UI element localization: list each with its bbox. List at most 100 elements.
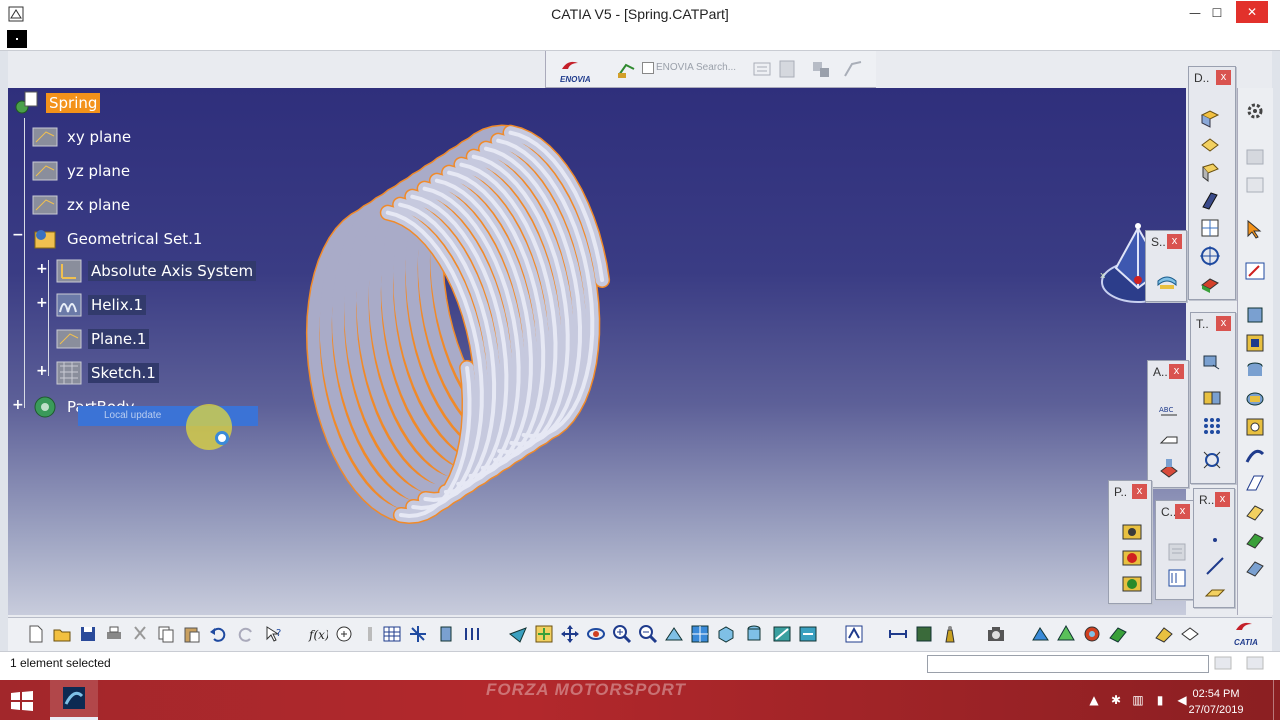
line-icon[interactable] (1204, 555, 1226, 577)
multi-section-solid-icon[interactable] (1244, 528, 1266, 550)
close-button[interactable]: ✕ (1236, 1, 1268, 23)
tree-item-xy-plane[interactable]: xy plane (32, 124, 134, 150)
panel-close-button[interactable]: x (1175, 504, 1190, 519)
pan-icon[interactable] (560, 624, 580, 644)
rib-icon[interactable] (1244, 444, 1266, 466)
gear-icon[interactable] (1244, 100, 1266, 122)
tree-item-label[interactable]: Sketch.1 (88, 363, 159, 383)
enovia-link-icon[interactable] (810, 58, 832, 80)
catalog-icon[interactable] (1166, 541, 1188, 563)
tree-item-geometrical-set[interactable]: Geometrical Set.1 (32, 226, 205, 252)
swap-space-icon[interactable] (798, 624, 818, 644)
stop-command-icon[interactable] (1246, 656, 1264, 670)
constraint-icon[interactable] (462, 624, 482, 644)
fit-all-icon[interactable] (534, 624, 554, 644)
cut-icon[interactable] (130, 624, 150, 644)
hide-show-icon[interactable] (772, 624, 792, 644)
zoom-in-icon[interactable] (612, 624, 632, 644)
flag-note-icon[interactable] (1158, 429, 1180, 451)
clock-time[interactable]: 02:54 PM (1181, 688, 1251, 700)
tree-root-node[interactable]: Spring (14, 90, 101, 116)
command-input[interactable] (927, 655, 1209, 673)
show-desktop-button[interactable] (1273, 680, 1280, 720)
tree-item-label[interactable]: Absolute Axis System (88, 261, 257, 281)
enovia-document-icon[interactable] (776, 58, 798, 80)
assembly-icon[interactable] (1244, 174, 1266, 196)
weight-icon[interactable] (940, 624, 960, 644)
copy-icon[interactable] (156, 624, 176, 644)
pad-icon[interactable] (1244, 304, 1266, 326)
measure-icon[interactable] (1121, 521, 1143, 543)
panel-close-button[interactable]: x (1216, 316, 1231, 331)
light-icon[interactable] (360, 624, 380, 644)
slot-icon[interactable] (1244, 472, 1266, 494)
panel-close-button[interactable]: x (1132, 484, 1147, 499)
zoom-out-icon[interactable] (638, 624, 658, 644)
fill-icon[interactable] (1199, 217, 1221, 239)
sphere-icon[interactable] (1199, 161, 1221, 183)
inertia-icon[interactable] (1121, 573, 1143, 595)
expand-icon[interactable]: + (12, 397, 24, 413)
open-icon[interactable] (52, 624, 72, 644)
tree-item-plane[interactable]: Plane.1 (56, 326, 150, 352)
clash-icon[interactable] (1082, 624, 1102, 644)
new-icon[interactable] (26, 624, 46, 644)
scale-icon[interactable] (1201, 449, 1223, 471)
undo-icon[interactable] (208, 624, 228, 644)
plane-tool-icon[interactable] (1204, 581, 1226, 603)
enovia-filter-icon[interactable] (751, 58, 773, 80)
tree-root-label[interactable]: Spring (46, 93, 101, 113)
sketcher-icon[interactable] (1244, 260, 1266, 282)
expand-icon[interactable]: + (36, 363, 48, 379)
catalog-tool-icon[interactable] (1154, 624, 1174, 644)
apply-material-tool-icon[interactable] (1030, 624, 1050, 644)
command-icon[interactable] (1214, 656, 1232, 670)
hole-icon[interactable] (1244, 416, 1266, 438)
sweep-icon[interactable] (1199, 189, 1221, 211)
panel-close-button[interactable]: x (1215, 492, 1230, 507)
pattern-icon[interactable] (1201, 415, 1223, 437)
sectioning-icon[interactable] (1108, 624, 1128, 644)
remove-multi-section-icon[interactable] (1244, 556, 1266, 578)
workbench-icon[interactable] (1180, 624, 1200, 644)
tree-item-absolute-axis-system[interactable]: Absolute Axis System (56, 258, 257, 284)
enovia-checkbox[interactable] (642, 62, 654, 74)
tree-item-yz-plane[interactable]: yz plane (32, 158, 133, 184)
enovia-workflow-icon[interactable] (842, 58, 864, 80)
shaft-icon[interactable] (1244, 360, 1266, 382)
formula-icon[interactable]: f(x) (308, 624, 328, 644)
expand-icon[interactable]: + (36, 295, 48, 311)
toolbar-panel-c[interactable]: C.. x (1155, 500, 1195, 600)
tree-item-zx-plane[interactable]: zx plane (32, 192, 133, 218)
expand-icon[interactable]: + (36, 261, 48, 277)
table-icon[interactable] (382, 624, 402, 644)
print-icon[interactable] (104, 624, 124, 644)
panel-close-button[interactable]: x (1216, 70, 1231, 85)
isometric-view-icon[interactable] (716, 624, 736, 644)
help-icon[interactable]: ? (264, 624, 284, 644)
measure-between-icon[interactable] (914, 624, 934, 644)
toolbar-panel-d[interactable]: D.. x (1188, 66, 1236, 300)
multi-view-icon[interactable] (690, 624, 710, 644)
select-arrow-icon[interactable] (1244, 218, 1266, 240)
taskbar-catia-app[interactable] (50, 680, 98, 720)
show-hidden-icons-icon[interactable]: ▲ (1086, 692, 1102, 708)
power-icon[interactable]: ▮ (1152, 692, 1168, 708)
annotation-plane-icon[interactable] (1158, 457, 1180, 479)
toolbar-panel-t[interactable]: T.. x (1190, 312, 1236, 484)
extrude-surface-icon[interactable] (1199, 107, 1221, 129)
snap-icon[interactable] (436, 624, 456, 644)
capture-icon[interactable] (986, 624, 1006, 644)
revolve-icon[interactable] (1199, 135, 1221, 157)
rotate-icon[interactable] (1201, 387, 1223, 409)
enovia-search-field[interactable]: ENOVIA Search... (656, 62, 736, 73)
stiffener-icon[interactable] (1244, 500, 1266, 522)
surface-icon[interactable] (1156, 269, 1178, 291)
tree-item-label[interactable]: Geometrical Set.1 (64, 229, 205, 249)
toolbar-panel-r[interactable]: R.. x (1193, 488, 1235, 608)
maximize-button[interactable]: ☐ (1200, 0, 1234, 26)
apply-material-icon[interactable] (1121, 547, 1143, 569)
collapse-icon[interactable]: − (12, 227, 24, 243)
dimension-icon[interactable] (888, 624, 908, 644)
pocket-icon[interactable] (1244, 332, 1266, 354)
